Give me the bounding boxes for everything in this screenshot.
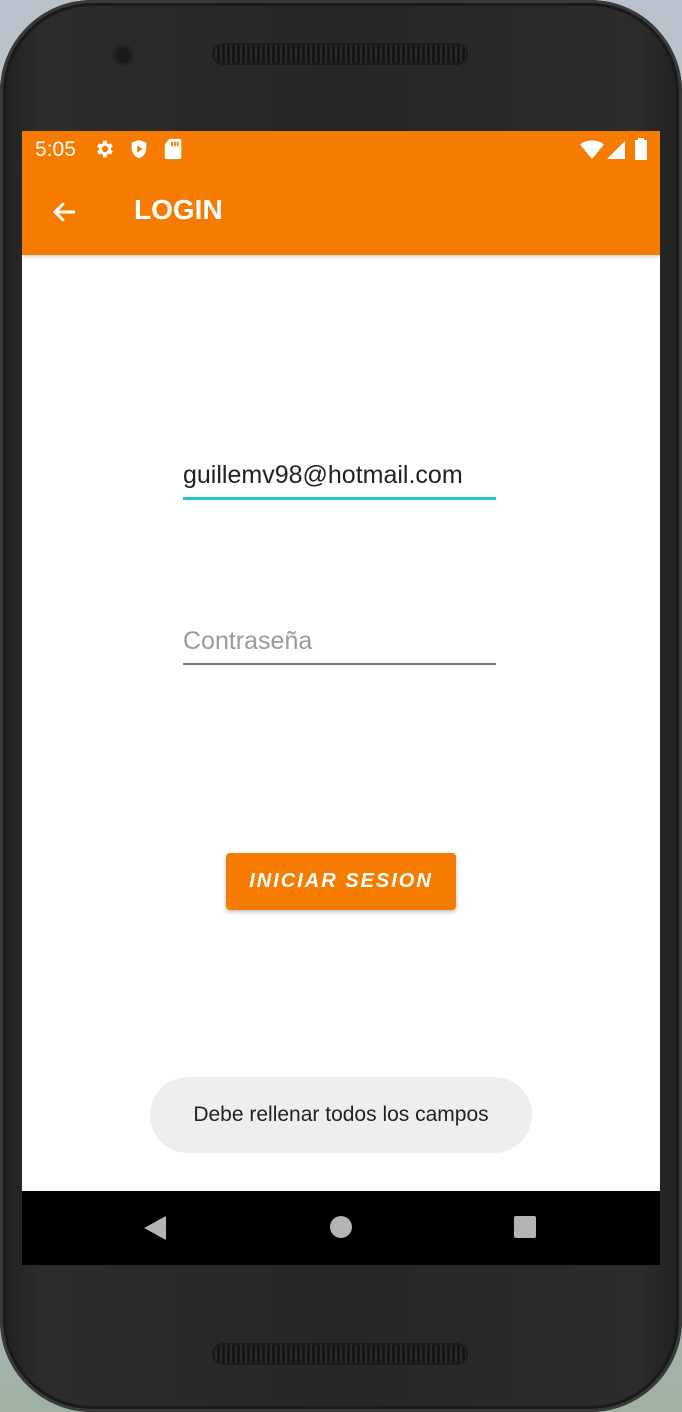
page-title: LOGIN	[134, 194, 223, 225]
bottom-speaker-grille	[212, 1343, 468, 1365]
toast-message: Debe rellenar todos los campos	[150, 1077, 532, 1153]
signal-icon	[606, 140, 626, 164]
home-circle-icon[interactable]	[329, 1215, 353, 1243]
toast-text: Debe rellenar todos los campos	[193, 1103, 489, 1126]
recents-square-icon[interactable]	[513, 1215, 537, 1243]
login-button[interactable]: INICIAR SESION	[226, 853, 456, 910]
top-speaker-grille	[212, 43, 468, 65]
sd-card-icon	[163, 138, 183, 164]
email-input[interactable]	[183, 457, 496, 493]
password-field[interactable]	[183, 623, 496, 665]
device-screen: 5:05 LOGIN guillemv98@hotmail.com INICIA…	[22, 131, 660, 1265]
app-bar: LOGIN	[22, 169, 660, 255]
arrow-left-icon[interactable]	[50, 197, 80, 231]
settings-icon	[94, 138, 116, 164]
status-bar: 5:05	[22, 131, 660, 169]
back-triangle-icon[interactable]	[142, 1215, 168, 1245]
email-field[interactable]	[183, 457, 496, 500]
status-time: 5:05	[35, 138, 76, 161]
navigation-bar	[22, 1191, 660, 1265]
shield-icon	[128, 138, 150, 164]
wifi-icon	[580, 140, 604, 164]
battery-icon	[634, 138, 648, 164]
front-camera	[112, 44, 134, 66]
password-input[interactable]	[183, 623, 496, 659]
phone-frame: 5:05 LOGIN guillemv98@hotmail.com INICIA…	[0, 0, 682, 1412]
